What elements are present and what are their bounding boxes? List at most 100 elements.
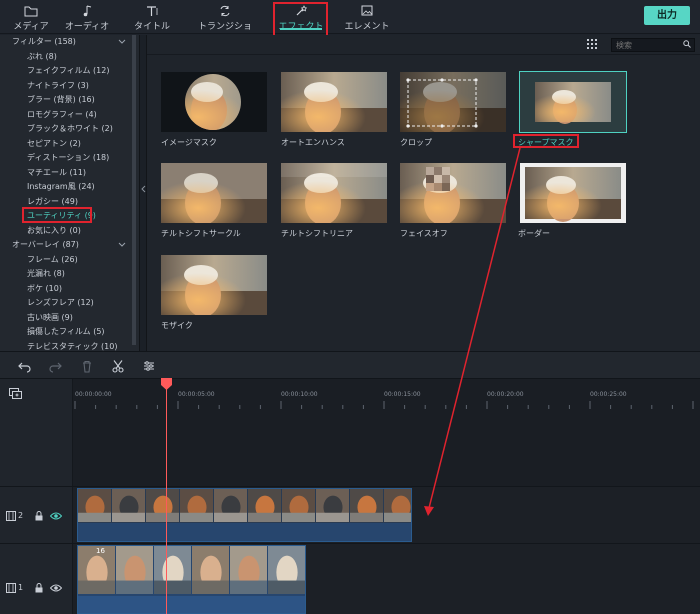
redo-icon[interactable] [48, 359, 62, 373]
adjust-settings-icon[interactable] [142, 359, 156, 373]
category-item[interactable]: ブラー (背景) (16) [27, 93, 95, 107]
video-clip-track-2[interactable] [77, 488, 412, 542]
tilt-shift-linear-preview [281, 163, 387, 223]
category-item[interactable]: ブラック＆ホワイト (2) [27, 122, 113, 136]
playhead-line[interactable] [166, 379, 167, 614]
category-item[interactable]: お気に入り (0) [27, 224, 81, 238]
clip-filmstrip [78, 546, 305, 594]
music-note-icon [83, 5, 92, 17]
panel-splitter[interactable] [139, 35, 147, 351]
effect-thumb-face-off[interactable] [400, 163, 506, 223]
clip-frame [248, 489, 281, 522]
track-number: 1 [18, 583, 24, 592]
video-editor-window: メディア オーディオ タイトル トランジション エフェクト エレメント 出力 フ… [0, 0, 700, 614]
clip-frame [214, 489, 247, 522]
category-item[interactable]: ナイトライフ (3) [27, 79, 89, 93]
eye-visibility-icon[interactable] [50, 511, 62, 521]
effect-thumb-crop[interactable] [400, 72, 506, 132]
tab-transitions[interactable]: トランジション [194, 0, 256, 45]
clip-frame [180, 489, 213, 522]
folder-icon [24, 6, 38, 17]
effect-thumb-mosaic[interactable] [161, 255, 267, 315]
effect-label: モザイク [161, 321, 193, 330]
chevron-down-icon[interactable] [118, 39, 126, 45]
mosaic-preview [161, 255, 267, 315]
clip-filmstrip [78, 489, 411, 522]
tab-audio[interactable]: オーディオ [56, 0, 118, 34]
clip-frame [230, 546, 267, 594]
tab-elements[interactable]: エレメント [336, 0, 398, 34]
playhead-handle[interactable] [161, 378, 172, 390]
timeline-toolbar [0, 351, 700, 379]
category-item[interactable]: レンズフレア (12) [27, 296, 94, 310]
category-item[interactable]: ロモグラフィー (4) [27, 108, 97, 122]
tab-media[interactable]: メディア [0, 0, 62, 34]
clip-frame [192, 546, 229, 594]
effect-thumb-border[interactable] [520, 163, 626, 223]
category-item[interactable]: フェイクフィルム (12) [27, 64, 109, 78]
film-track-icon [6, 511, 16, 521]
category-item[interactable]: 損傷したフィルム (5) [27, 325, 105, 339]
export-button[interactable]: 出力 [644, 6, 690, 25]
category-item[interactable]: レガシー (49) [27, 195, 78, 209]
track-number: 2 [18, 511, 24, 520]
search-icon[interactable] [683, 40, 691, 48]
category-item[interactable]: 古い映画 (9) [27, 311, 73, 325]
lock-icon[interactable] [34, 583, 44, 593]
effect-label: チルトシフトリニア [281, 229, 353, 238]
tab-titles[interactable]: タイトル [121, 0, 183, 34]
add-track-icon[interactable] [9, 388, 22, 399]
category-item[interactable]: ぶれ (8) [27, 50, 57, 64]
grid-view-icon[interactable] [587, 39, 597, 49]
category-scrollbar[interactable] [132, 35, 136, 345]
category-item-utility-selected[interactable]: ユーティリティ (9) [27, 209, 96, 223]
category-item[interactable]: ボケ (10) [27, 282, 62, 296]
category-item[interactable]: マチエール (11) [27, 166, 86, 180]
category-item[interactable]: フレーム (26) [27, 253, 78, 267]
chevron-down-icon[interactable] [118, 242, 126, 248]
category-group-filters[interactable]: フィルター (158) [12, 35, 76, 49]
title-text-icon [147, 6, 158, 16]
clip-audio-bar [78, 596, 305, 613]
image-mask-preview [161, 72, 267, 132]
tab-label: オーディオ [64, 22, 110, 32]
effect-label: オートエンハンス [281, 138, 345, 147]
effects-icon [296, 5, 308, 16]
top-toolbar: メディア オーディオ タイトル トランジション エフェクト エレメント 出力 [0, 0, 700, 45]
tab-effects[interactable]: エフェクト [270, 0, 332, 34]
category-item[interactable]: テレビスタティック (10) [27, 340, 117, 351]
face-off-preview [400, 163, 506, 223]
ruler-header [0, 379, 73, 409]
lock-icon[interactable] [34, 511, 44, 521]
category-item[interactable]: 光漏れ (8) [27, 267, 65, 281]
film-track-icon [6, 583, 16, 593]
library-toolbar [147, 35, 700, 55]
border-preview [520, 163, 626, 223]
effect-thumb-tilt-shift-linear[interactable] [281, 163, 387, 223]
effect-thumb-sharp-mask[interactable] [519, 71, 627, 133]
clip-frame [384, 489, 411, 522]
undo-icon[interactable] [18, 359, 32, 373]
clip-frame [268, 546, 305, 594]
timeline-ruler[interactable]: 00:00:00:00 00:00:05:00 00:00:10:00 00:0… [0, 379, 700, 409]
eye-visibility-icon[interactable] [50, 583, 62, 593]
category-item[interactable]: ディストーション (18) [27, 151, 109, 165]
effect-thumb-auto-enhance[interactable] [281, 72, 387, 132]
auto-enhance-preview [281, 72, 387, 132]
cut-scissors-icon[interactable] [111, 359, 125, 373]
effect-label: チルトシフトサークル [161, 229, 241, 238]
clip-frame [350, 489, 383, 522]
ruler-ticks [74, 401, 694, 409]
effect-thumb-tilt-shift-circle[interactable] [161, 163, 267, 223]
effect-label: イメージマスク [161, 138, 217, 147]
clip-frame [146, 489, 179, 522]
delete-icon[interactable] [80, 359, 94, 373]
category-group-overlay[interactable]: オーバーレイ (87) [12, 238, 79, 252]
category-item[interactable]: セピアトン (2) [27, 137, 81, 151]
video-clip-track-1[interactable]: 16 [77, 545, 306, 614]
category-item[interactable]: Instagram風 (24) [27, 180, 95, 194]
effects-category-panel: フィルター (158) ぶれ (8) フェイクフィルム (12) ナイトライフ … [0, 35, 139, 351]
tab-label: タイトル [133, 22, 170, 32]
effect-thumb-image-mask[interactable] [161, 72, 267, 132]
clip-frame [282, 489, 315, 522]
